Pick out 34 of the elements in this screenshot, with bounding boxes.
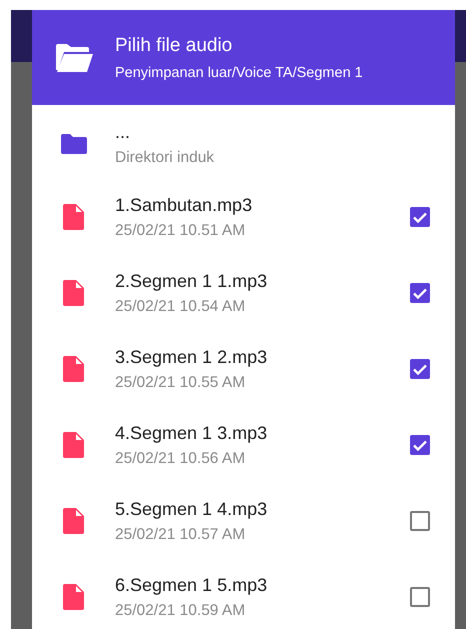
file-date: 25/02/21 10.51 AM: [115, 222, 246, 240]
file-icon: [63, 356, 84, 382]
dialog-title: Pilih file audio: [115, 34, 234, 56]
file-date: 25/02/21 10.56 AM: [115, 450, 246, 468]
file-name[interactable]: 4.Segmen 1 3.mp3: [115, 422, 385, 444]
checkmark-icon: [413, 440, 427, 450]
checkmark-icon: [413, 364, 427, 374]
file-date: 25/02/21 10.57 AM: [115, 526, 246, 544]
file-name[interactable]: 5.Segmen 1 4.mp3: [115, 498, 385, 520]
file-name[interactable]: 2.Segmen 1 1.mp3: [115, 270, 385, 292]
checkbox[interactable]: [410, 435, 430, 455]
checkbox[interactable]: [410, 283, 430, 303]
file-name[interactable]: 1.Sambutan.mp3: [115, 194, 385, 216]
file-icon: [63, 584, 84, 610]
checkbox[interactable]: [410, 587, 430, 607]
folder-icon: [60, 134, 86, 154]
file-name[interactable]: 3.Segmen 1 2.mp3: [115, 346, 385, 368]
checkbox[interactable]: [410, 207, 430, 227]
parent-folder-name[interactable]: ...: [115, 122, 455, 142]
file-date: 25/02/21 10.55 AM: [115, 374, 246, 392]
checkmark-icon: [413, 288, 427, 298]
checkbox[interactable]: [410, 511, 430, 531]
file-date: 25/02/21 10.59 AM: [115, 602, 246, 620]
file-name[interactable]: 6.Segmen 1 5.mp3: [115, 574, 385, 596]
checkbox[interactable]: [410, 359, 430, 379]
checkmark-icon: [413, 212, 427, 222]
file-date: 25/02/21 10.54 AM: [115, 298, 246, 316]
folder-icon: [54, 44, 92, 72]
file-icon: [63, 204, 84, 230]
folder-path: Penyimpanan luar/Voice TA/Segmen 1: [115, 64, 364, 80]
file-icon: [63, 432, 84, 458]
file-icon: [63, 280, 84, 306]
parent-folder-label: Direktori induk: [115, 148, 216, 166]
file-icon: [63, 508, 84, 534]
